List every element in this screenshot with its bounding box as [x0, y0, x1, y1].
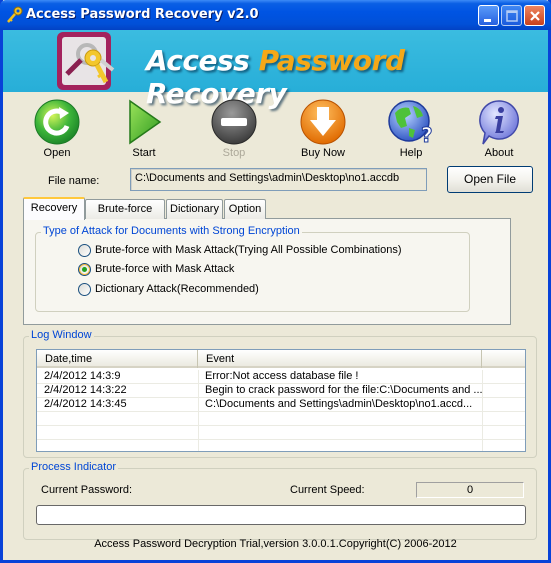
- log-list[interactable]: Date,time Event 2/4/2012 14:3:9 Error:No…: [36, 349, 526, 452]
- start-label: Start: [132, 147, 156, 159]
- banner-title-accent: Password: [258, 44, 405, 77]
- open-refresh-icon: [34, 99, 80, 145]
- progress-bar: [36, 505, 526, 525]
- tab-recovery[interactable]: Recovery: [23, 197, 85, 220]
- globe-help-icon: ?: [388, 100, 433, 146]
- log-row[interactable]: 2/4/2012 14:3:9 Error:Not access databas…: [37, 370, 525, 384]
- access-keys-logo-icon: [57, 32, 115, 90]
- open-file-button[interactable]: Open File: [447, 166, 533, 193]
- help-label: Help: [399, 147, 423, 159]
- column-header-datetime[interactable]: Date,time: [37, 350, 198, 368]
- help-button[interactable]: ? Help: [376, 95, 446, 163]
- about-button[interactable]: About: [464, 95, 534, 163]
- info-icon: [479, 100, 519, 145]
- banner-title-part1: Access: [146, 44, 259, 77]
- tab-brute-force[interactable]: Brute-force: [85, 199, 165, 219]
- log-datetime: 2/4/2012 14:3:9: [44, 370, 121, 382]
- radio-circle-icon: [78, 283, 91, 296]
- tab-dictionary[interactable]: Dictionary: [166, 199, 223, 219]
- current-speed-value: 0: [416, 482, 524, 498]
- buy-now-button[interactable]: Buy Now: [288, 95, 358, 163]
- svg-text:?: ?: [421, 123, 433, 146]
- close-button[interactable]: [524, 5, 545, 26]
- open-label: Open: [43, 147, 71, 159]
- current-speed-label: Current Speed:: [290, 484, 365, 496]
- process-indicator-group: Process Indicator Current Password: Curr…: [23, 461, 537, 540]
- log-datetime: 2/4/2012 14:3:22: [44, 384, 127, 396]
- banner: Access Password Recovery: [3, 30, 548, 110]
- start-button[interactable]: Start: [109, 95, 179, 163]
- column-header-event[interactable]: Event: [198, 350, 482, 368]
- log-event: C:\Documents and Settings\admin\Desktop\…: [205, 398, 473, 410]
- download-arrow-icon: [300, 99, 346, 145]
- process-indicator-title: Process Indicator: [29, 461, 118, 473]
- about-label: About: [484, 147, 514, 159]
- title-bar[interactable]: Access Password Recovery v2.0: [0, 0, 551, 30]
- tab-option[interactable]: Option: [224, 199, 266, 219]
- stop-button[interactable]: Stop: [199, 95, 269, 163]
- log-row[interactable]: 2/4/2012 14:3:45 C:\Documents and Settin…: [37, 398, 525, 412]
- current-password-label: Current Password:: [41, 484, 133, 496]
- minimize-button[interactable]: [478, 5, 499, 26]
- radio-label: Dictionary Attack(Recommended): [95, 283, 259, 295]
- log-list-header: Date,time Event: [37, 350, 525, 368]
- log-row-empty: [37, 412, 525, 426]
- log-row-empty: [37, 426, 525, 440]
- attack-type-group-title: Type of Attack for Documents with Strong…: [41, 225, 302, 237]
- attack-type-group: Type of Attack for Documents with Strong…: [35, 225, 470, 312]
- log-row[interactable]: 2/4/2012 14:3:22 Begin to crack password…: [37, 384, 525, 398]
- copyright-footer: Access Password Decryption Trial,version…: [94, 538, 457, 550]
- log-window-title: Log Window: [29, 329, 94, 341]
- play-icon: [129, 99, 162, 145]
- key-app-icon: [7, 6, 23, 23]
- log-event: Error:Not access database file !: [205, 370, 359, 382]
- toolbar: Open Start Stop Buy Now ? Help About: [3, 95, 548, 163]
- log-window-group: Log Window Date,time Event 2/4/2012 14:3…: [23, 329, 537, 458]
- log-datetime: 2/4/2012 14:3:45: [44, 398, 127, 410]
- stop-icon: [211, 99, 257, 145]
- radio-circle-icon: [78, 244, 91, 257]
- close-icon: [530, 11, 540, 21]
- maximize-button[interactable]: [501, 5, 522, 26]
- file-name-label: File name:: [48, 175, 100, 187]
- radio-label: Brute-force with Mask Attack: [95, 263, 235, 275]
- stop-label: Stop: [222, 147, 246, 159]
- file-name-field[interactable]: C:\Documents and Settings\admin\Desktop\…: [130, 168, 427, 191]
- app-window: Access Password Recovery v2.0 Access Pas…: [0, 0, 551, 563]
- maximize-icon: [506, 10, 518, 22]
- radio-checked-icon: [78, 263, 91, 276]
- log-row-empty: [37, 440, 525, 451]
- radio-label: Brute-force with Mask Attack(Trying All …: [95, 244, 402, 256]
- log-event: Begin to crack password for the file:C:\…: [205, 384, 482, 396]
- window-title: Access Password Recovery v2.0: [26, 7, 259, 22]
- recovery-tab-panel: Type of Attack for Documents with Strong…: [23, 218, 511, 325]
- open-button[interactable]: Open: [22, 95, 92, 163]
- minimize-icon: [484, 19, 491, 22]
- buy-now-label: Buy Now: [300, 147, 346, 159]
